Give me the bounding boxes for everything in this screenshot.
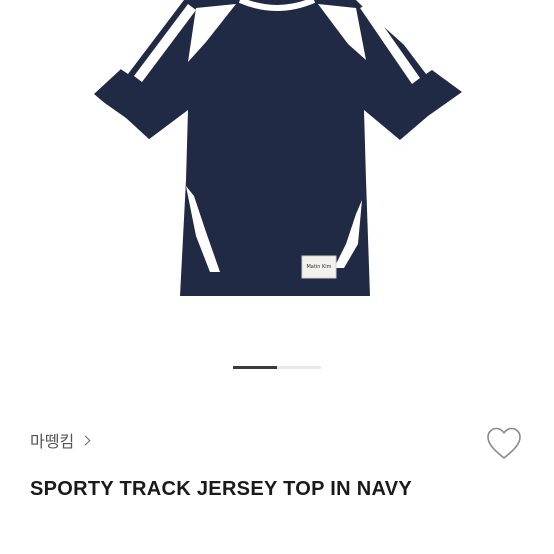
product-image-carousel[interactable]: Matin Kim bbox=[0, 0, 554, 350]
brand-name: 마뗑킴 bbox=[30, 432, 75, 451]
brand-link[interactable]: 마뗑킴 bbox=[30, 428, 91, 452]
product-detail-page: Matin Kim 마뗑킴 SPORTY TRACK JERSEY TOP IN… bbox=[0, 0, 554, 554]
wishlist-button[interactable] bbox=[482, 422, 526, 464]
jersey-label-text: Matin Kim bbox=[306, 264, 331, 270]
heart-outline-icon bbox=[487, 427, 521, 459]
chevron-right-icon bbox=[80, 435, 91, 446]
carousel-progress bbox=[233, 366, 321, 369]
product-title: SPORTY TRACK JERSEY TOP IN NAVY bbox=[30, 478, 412, 500]
jersey-image: Matin Kim bbox=[88, 0, 466, 296]
carousel-progress-fill bbox=[233, 366, 277, 369]
